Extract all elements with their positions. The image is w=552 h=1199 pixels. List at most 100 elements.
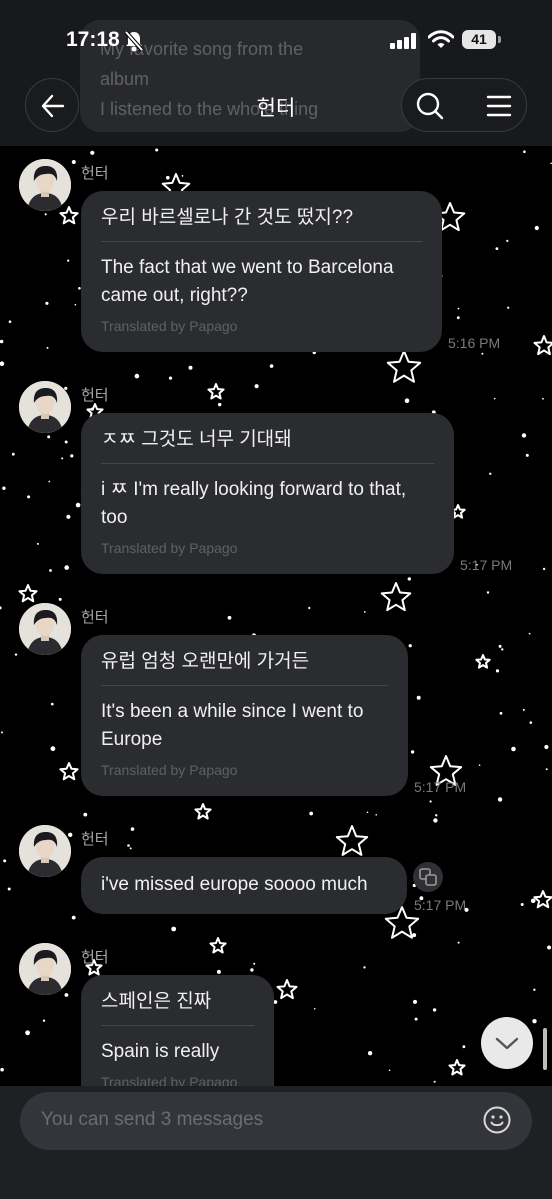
- translation-credit: Translated by Papago: [101, 540, 238, 556]
- sparkle-dot: [129, 847, 132, 850]
- message-bubble[interactable]: ㅈㅉ 그것도 너무 기대돼 i ㅉ I'm really looking for…: [81, 413, 454, 574]
- message-bubble[interactable]: 우리 바르셀로나 간 것도 떴지?? The fact that we went…: [81, 191, 442, 352]
- star-decoration: [18, 584, 38, 603]
- wifi-icon: [428, 30, 454, 48]
- sparkle-dot: [493, 397, 496, 400]
- sparkle-dot: [462, 1045, 466, 1049]
- translated-text: i ㅉ I'm really looking forward to that, …: [101, 479, 407, 528]
- original-text: 스페인은 진짜: [101, 989, 254, 1026]
- sparkle-dot: [495, 669, 500, 673]
- sparkle-dot: [66, 514, 71, 519]
- sparkle-dot: [511, 746, 516, 752]
- sparkle-dot: [0, 606, 2, 610]
- menu-icon[interactable]: [486, 95, 512, 117]
- message-input-placeholder: You can send 3 messages: [41, 1109, 264, 1130]
- sparkle-dot: [495, 247, 499, 251]
- sparkle-dot: [47, 435, 51, 439]
- sparkle-dot: [433, 1080, 436, 1083]
- sparkle-dot: [70, 454, 74, 458]
- sparkle-dot: [64, 565, 69, 570]
- avatar[interactable]: [19, 825, 71, 877]
- sparkle-dot: [48, 480, 51, 483]
- translated-text: The fact that we went to Barcelona came …: [101, 257, 394, 306]
- star-decoration: [533, 890, 552, 909]
- sparkle-dot: [410, 750, 415, 754]
- sparkle-dot: [308, 606, 311, 610]
- sparkle-dot: [68, 832, 73, 837]
- scroll-to-bottom-button[interactable]: [481, 1017, 533, 1069]
- sparkle-dot: [313, 1008, 316, 1010]
- sparkle-dot: [507, 306, 510, 309]
- sparkle-dot: [478, 764, 481, 766]
- sparkle-dot: [90, 407, 94, 411]
- status-bar: 17:18 41: [0, 0, 552, 80]
- sparkle-dot: [1, 731, 3, 734]
- sparkle-dot: [0, 361, 5, 366]
- message-bubble[interactable]: i've missed europe soooo much: [81, 857, 407, 914]
- message-input[interactable]: You can send 3 messages: [20, 1092, 532, 1150]
- star-decoration: [59, 206, 79, 225]
- scrollbar[interactable]: [543, 1028, 547, 1070]
- original-text: 우리 바르셀로나 간 것도 떴지??: [101, 205, 422, 242]
- clock: 17:18: [66, 28, 120, 51]
- sparkle-dot: [253, 962, 256, 965]
- sparkle-dot: [367, 1051, 373, 1056]
- avatar[interactable]: [19, 381, 71, 433]
- sparkle-dot: [523, 150, 526, 153]
- sparkle-dot: [404, 398, 410, 404]
- avatar[interactable]: [19, 943, 71, 995]
- battery-indicator: 41: [462, 30, 496, 49]
- sparkle-dot: [530, 898, 536, 904]
- sender-name: 헌터: [81, 949, 109, 966]
- sparkle-dot: [489, 472, 492, 475]
- message-time: 5:17 PM: [414, 779, 467, 795]
- sparkle-dot: [429, 800, 432, 803]
- sparkle-dot: [27, 495, 31, 499]
- sparkle-dot: [0, 1067, 4, 1072]
- sparkle-dot: [2, 486, 6, 490]
- sparkle-dot: [529, 721, 533, 724]
- sparkle-dot: [166, 175, 170, 180]
- sparkle-dot: [90, 150, 95, 155]
- sender-name: 헌터: [81, 387, 109, 404]
- sparkle-dot: [218, 402, 222, 407]
- sparkle-dot: [7, 887, 11, 891]
- avatar-portrait: [19, 159, 71, 211]
- sparkle-dot: [432, 1008, 437, 1012]
- sparkle-dot: [486, 591, 490, 594]
- sparkle-dot: [497, 797, 503, 802]
- sparkle-dot: [3, 859, 7, 863]
- sparkle-dot: [51, 702, 54, 706]
- sparkle-dot: [542, 567, 546, 571]
- avatar[interactable]: [19, 603, 71, 655]
- sparkle-dot: [188, 365, 193, 370]
- sparkle-dot: [532, 1019, 537, 1024]
- sparkle-dot: [498, 644, 502, 648]
- sparkle-dot: [67, 259, 70, 262]
- sparkle-dot: [61, 457, 64, 460]
- sparkle-dot: [366, 811, 369, 814]
- sparkle-dot: [8, 320, 12, 324]
- avatar-portrait: [19, 381, 71, 433]
- avatar-portrait: [19, 825, 71, 877]
- translate-icon: [419, 868, 437, 886]
- message-text: i've missed europe soooo much: [101, 874, 368, 895]
- sparkle-dot: [413, 999, 417, 1004]
- message-bubble[interactable]: 유럽 엄청 오랜만에 가거든 It's been a while since I…: [81, 635, 408, 796]
- star-decoration: [533, 335, 552, 356]
- sparkle-dot: [501, 648, 504, 651]
- sparkle-dot: [71, 160, 76, 164]
- avatar[interactable]: [19, 159, 71, 211]
- sparkle-dot: [269, 364, 274, 368]
- search-icon[interactable]: [416, 92, 444, 120]
- sparkle-dot: [533, 988, 536, 991]
- translate-button[interactable]: [413, 862, 443, 892]
- sparkle-dot: [75, 502, 81, 508]
- translation-credit: Translated by Papago: [101, 318, 238, 334]
- sparkle-dot: [168, 376, 173, 380]
- emoji-icon[interactable]: [482, 1105, 512, 1135]
- sparkle-dot: [44, 213, 47, 216]
- avatar-portrait: [19, 943, 71, 995]
- star-decoration: [380, 582, 412, 612]
- sparkle-dot: [64, 993, 69, 997]
